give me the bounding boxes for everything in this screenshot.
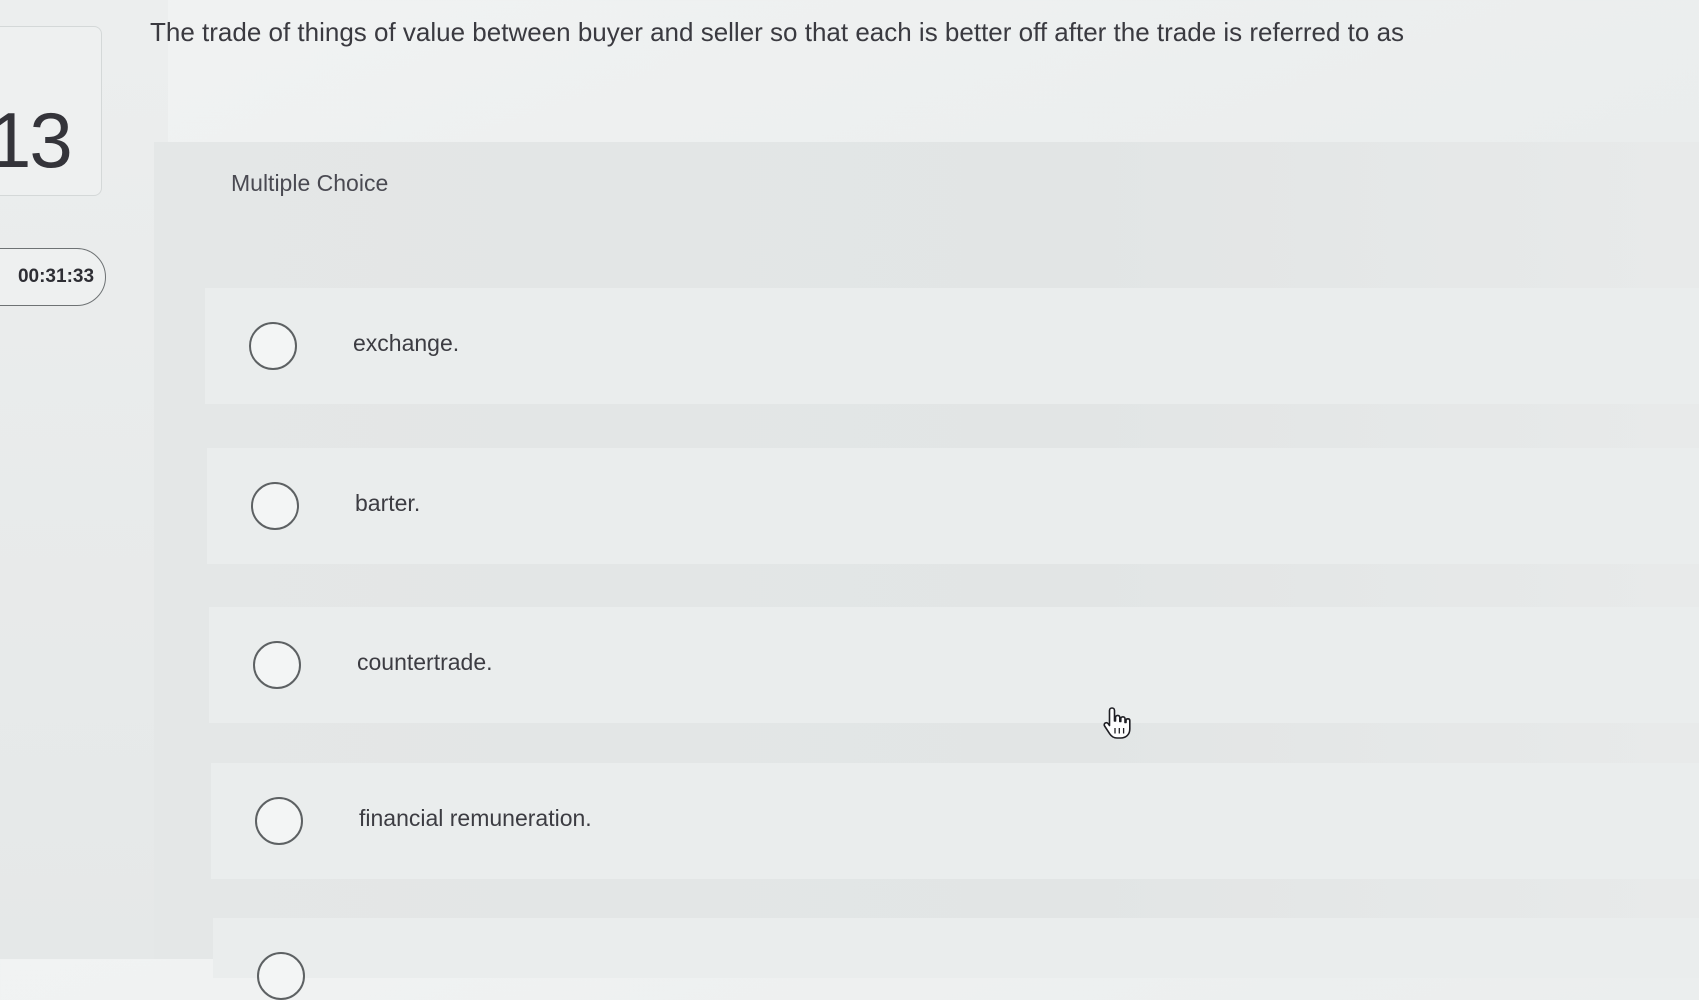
timer-badge: 00:31:33 <box>0 248 106 306</box>
multiple-choice-heading: Multiple Choice <box>231 170 389 196</box>
radio-circle-icon[interactable] <box>257 952 305 1000</box>
radio-circle-icon[interactable] <box>251 482 299 530</box>
answer-option-financial-remuneration[interactable]: financial remuneration. <box>211 763 1699 879</box>
radio-circle-icon[interactable] <box>253 641 301 689</box>
radio-circle-icon[interactable] <box>249 322 297 370</box>
answer-option-countertrade[interactable]: countertrade. <box>209 607 1699 723</box>
question-text: The trade of things of value between buy… <box>150 17 1405 47</box>
question-number-card: 13 <box>0 26 102 196</box>
question-number: 13 <box>0 96 73 184</box>
answer-option-label: barter. <box>355 490 421 516</box>
answer-option-exchange[interactable]: exchange. <box>205 288 1699 404</box>
answer-option-barter[interactable]: barter. <box>207 448 1699 564</box>
hand-pointer-icon <box>1103 707 1131 739</box>
answer-option-partial[interactable] <box>213 918 1699 1000</box>
question-sidebar: 13 00:31:33 <box>0 0 168 959</box>
answer-option-label: countertrade. <box>357 649 493 675</box>
radio-circle-icon[interactable] <box>255 797 303 845</box>
answer-option-label: exchange. <box>353 330 460 356</box>
answer-option-label: financial remuneration. <box>359 805 592 831</box>
